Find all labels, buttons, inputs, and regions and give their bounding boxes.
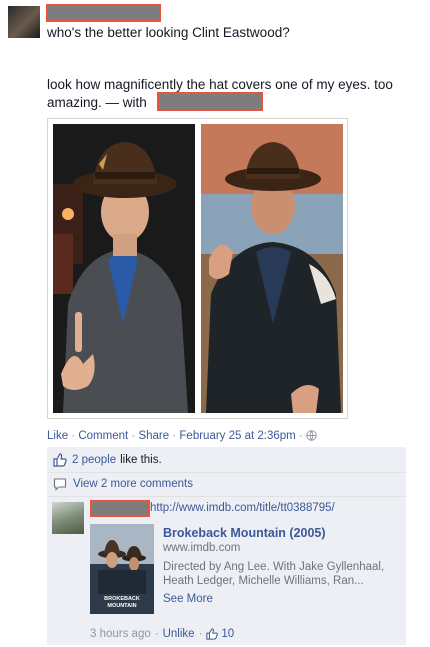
view-more-comments-link[interactable]: View 2 more comments — [73, 478, 193, 490]
share-link[interactable]: Share — [138, 430, 169, 442]
photo-right[interactable] — [201, 124, 343, 413]
separator: · — [198, 628, 203, 640]
post-text-line-1: who's the better looking Clint Eastwood? — [47, 25, 290, 40]
post-actions: Like · Comment · Share · February 25 at … — [47, 430, 317, 444]
unlike-link[interactable]: Unlike — [163, 628, 195, 640]
separator: · — [131, 430, 136, 442]
timestamp-link[interactable]: February 25 at 2:36pm — [179, 430, 295, 442]
preview-title[interactable]: Brokeback Mountain (2005) — [163, 526, 326, 540]
comment-like-thumbs-up-icon — [206, 628, 219, 640]
separator: · — [154, 628, 159, 640]
divider — [47, 496, 406, 497]
svg-text:BROKEBACK: BROKEBACK — [104, 596, 140, 602]
poster-name-redacted[interactable] — [46, 4, 161, 22]
divider — [47, 472, 406, 473]
thumbs-up-icon — [53, 453, 67, 467]
comment-url-link[interactable]: http://www.imdb.com/title/tt0388795/ — [150, 502, 335, 514]
like-link[interactable]: Like — [47, 430, 68, 442]
comment-footer: 3 hours ago · Unlike · 10 — [90, 628, 234, 640]
commenter-name-redacted[interactable] — [90, 500, 150, 517]
photo-left[interactable] — [53, 124, 195, 413]
comment-like-count[interactable]: 10 — [221, 628, 234, 640]
preview-thumbnail[interactable]: BROKEBACK MOUNTAIN — [90, 524, 154, 614]
preview-domain: www.imdb.com — [163, 542, 241, 554]
preview-description-line-1: Directed by Ang Lee. With Jake Gyllenhaa… — [163, 561, 385, 573]
post-text-line-3: amazing. — with — [47, 95, 147, 110]
commenter-avatar[interactable] — [52, 502, 84, 534]
comment-time[interactable]: 3 hours ago — [90, 628, 151, 640]
likes-suffix: like this. — [120, 454, 162, 466]
poster-avatar[interactable] — [8, 6, 40, 38]
likes-row: 2 people like this. — [53, 452, 162, 468]
separator: · — [71, 430, 76, 442]
separator: · — [298, 430, 303, 442]
separator: · — [172, 430, 177, 442]
view-more-comments-row[interactable]: View 2 more comments — [53, 476, 193, 492]
tagged-friend-redacted[interactable] — [157, 92, 263, 111]
comment-icon — [53, 477, 67, 491]
see-more-link[interactable]: See More — [163, 593, 213, 605]
globe-icon[interactable] — [306, 430, 317, 444]
comment-link[interactable]: Comment — [78, 430, 128, 442]
preview-description-line-2: Heath Ledger, Michelle Williams, Ran... — [163, 575, 364, 587]
svg-text:MOUNTAIN: MOUNTAIN — [107, 603, 136, 609]
likes-count-link[interactable]: 2 people — [72, 454, 116, 466]
